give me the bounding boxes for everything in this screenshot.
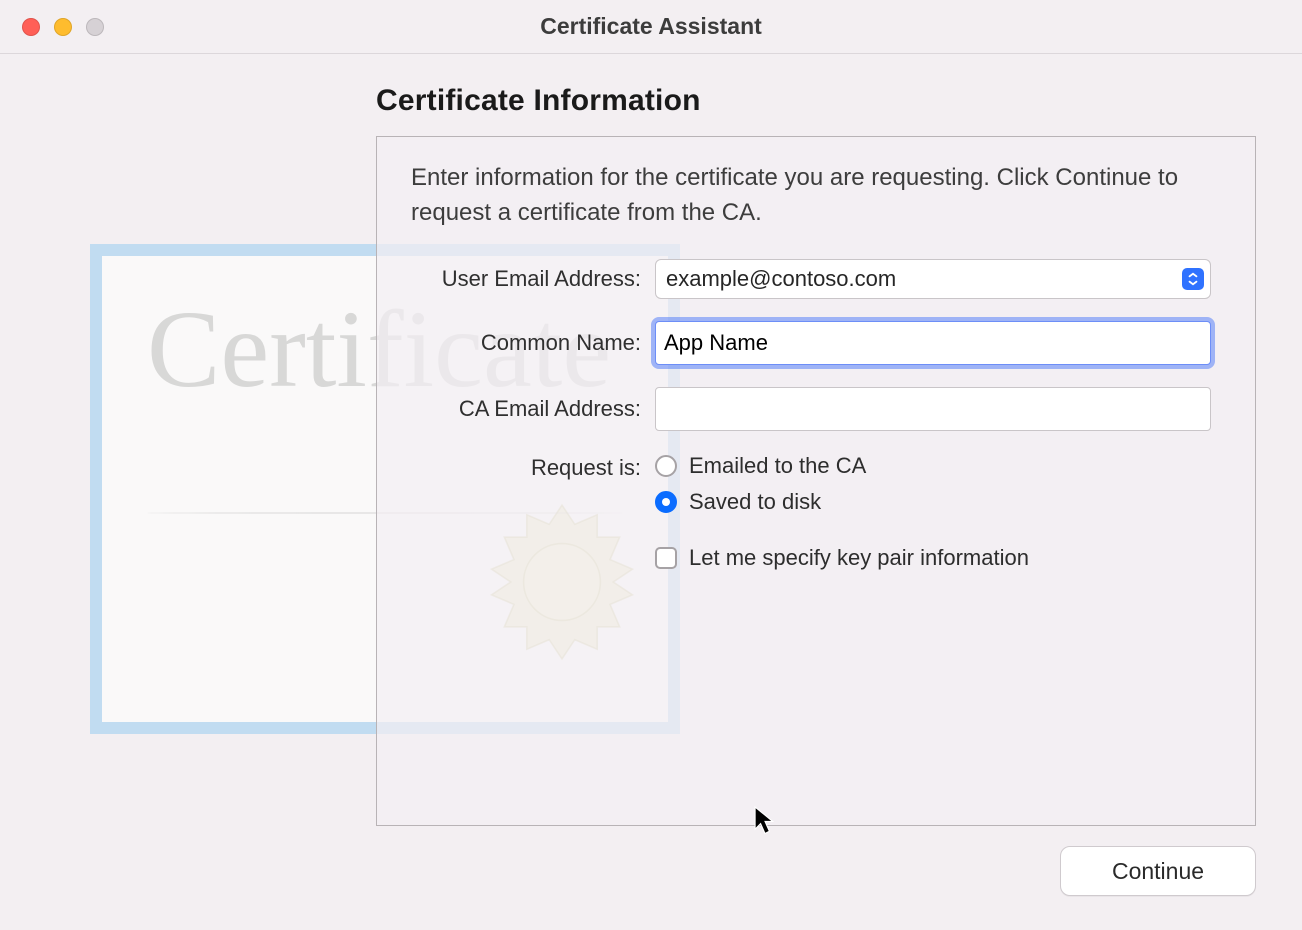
request-is-group: Emailed to the CA Saved to disk Let me s… [655,453,1211,571]
request-saved-label: Saved to disk [689,489,821,515]
content-area: Certificate Certificate Information Ente… [0,54,1302,930]
request-saved-option[interactable]: Saved to disk [655,489,1211,515]
title-bar: Certificate Assistant [0,0,1302,54]
ca-email-input[interactable] [655,387,1211,431]
dropdown-arrow-icon[interactable] [1182,268,1204,290]
request-is-label: Request is: [411,453,641,481]
common-name-input[interactable] [655,321,1211,365]
page-heading: Certificate Information [376,84,1262,118]
request-emailed-label: Emailed to the CA [689,453,866,479]
user-email-combobox[interactable]: example@contoso.com [655,259,1211,299]
keypair-checkbox-label: Let me specify key pair information [689,545,1029,571]
keypair-checkbox-option[interactable]: Let me specify key pair information [655,545,1211,571]
window-controls [0,18,104,36]
window-title: Certificate Assistant [0,13,1302,40]
radio-icon [655,491,677,513]
page-description: Enter information for the certificate yo… [411,161,1211,231]
user-email-value: example@contoso.com [666,266,896,292]
user-email-label: User Email Address: [411,266,641,292]
checkbox-icon [655,547,677,569]
ca-email-label: CA Email Address: [411,396,641,422]
certificate-form: User Email Address: example@contoso.com … [411,259,1211,571]
minimize-window-button[interactable] [54,18,72,36]
zoom-window-button[interactable] [86,18,104,36]
close-window-button[interactable] [22,18,40,36]
common-name-label: Common Name: [411,330,641,356]
request-emailed-option[interactable]: Emailed to the CA [655,453,1211,479]
continue-button[interactable]: Continue [1060,846,1256,896]
radio-icon [655,455,677,477]
form-panel: Enter information for the certificate yo… [376,136,1256,826]
